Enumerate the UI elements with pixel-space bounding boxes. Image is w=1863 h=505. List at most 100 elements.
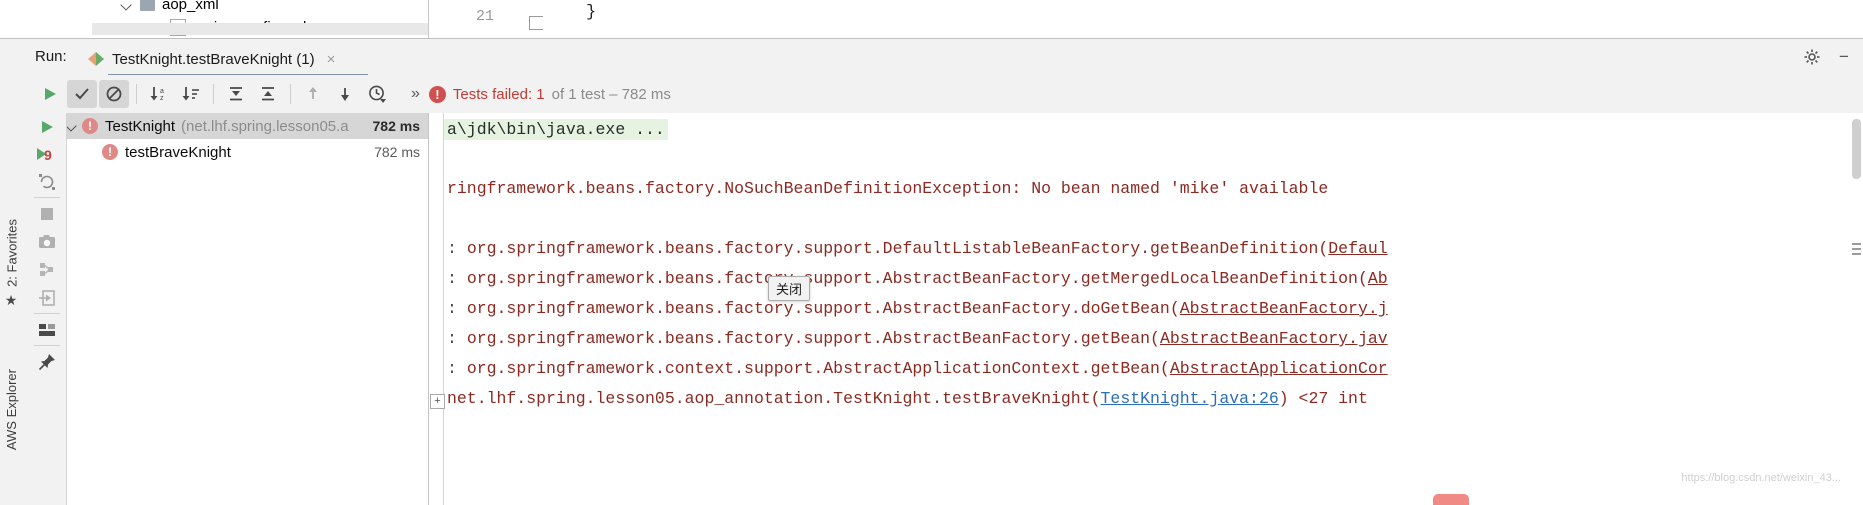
console-line-stack[interactable]: : org.springframework.context.support.Ab…	[447, 359, 1388, 378]
show-ignored-button[interactable]	[99, 80, 129, 108]
console-output[interactable]: a\jdk\bin\java.exe ... ringframework.bea…	[429, 113, 1849, 505]
stack-link[interactable]: AbstractBeanFactory.j	[1180, 299, 1388, 318]
left-tool-window-strip: ★ 2: Favorites AWS Explorer	[0, 39, 29, 505]
sort-by-duration-button[interactable]	[176, 80, 206, 108]
stack-text: org.springframework.beans.factory.suppor…	[466, 299, 1180, 318]
stack-suffix: ) <27 int	[1278, 389, 1368, 408]
console-line-exception: ringframework.beans.factory.NoSuchBeanDe…	[447, 179, 1329, 198]
stack-prefix: :	[447, 329, 467, 348]
dump-threads-icon[interactable]	[36, 259, 58, 281]
gear-icon[interactable]	[1803, 48, 1821, 66]
folder-icon	[140, 0, 155, 11]
stack-link[interactable]: Ab	[1368, 269, 1388, 288]
stack-link[interactable]: Defaul	[1328, 239, 1387, 258]
watermark-text: https://blog.csdn.net/weixin_43...	[1681, 472, 1841, 484]
test-history-button[interactable]	[362, 80, 392, 108]
close-icon[interactable]: ×	[327, 51, 336, 68]
project-tree-item-label: aop_xml	[162, 0, 219, 13]
chevron-down-icon[interactable]	[120, 0, 134, 12]
tool-window-button-label: AWS Explorer	[4, 369, 19, 451]
error-badge-icon: !	[428, 85, 446, 103]
close-tooltip: 关闭	[768, 276, 811, 301]
run-actions-gutter: 9	[28, 113, 67, 505]
stack-link[interactable]: AbstractApplicationCor	[1170, 359, 1388, 378]
project-tree-item-aop-xml[interactable]: aop_xml	[120, 0, 219, 13]
editor-line-number: 21	[476, 8, 495, 25]
next-failed-button[interactable]	[330, 80, 360, 108]
run-tab[interactable]: TestKnight.testBraveKnight (1) ×	[88, 44, 335, 74]
editor-remnant: 21 }	[429, 0, 1863, 38]
run-tab-title: TestKnight.testBraveKnight (1)	[112, 50, 315, 68]
previous-failed-button[interactable]	[298, 80, 328, 108]
show-passed-button[interactable]	[67, 80, 97, 108]
svg-text:9: 9	[44, 147, 52, 163]
console-line-command: a\jdk\bin\java.exe ...	[444, 119, 668, 140]
rerun-icon[interactable]	[36, 116, 58, 138]
run-toolbar: a z » ! Tests failed: 1 of 1 test – 782 …	[28, 75, 1863, 113]
editor-code-brace: }	[586, 3, 597, 22]
stop-icon[interactable]	[36, 203, 58, 225]
star-icon: ★	[4, 292, 20, 309]
camera-icon[interactable]	[36, 231, 58, 253]
tests-total-text: of 1 test – 782 ms	[551, 85, 671, 103]
run-tool-window: ★ 2: Favorites AWS Explorer Run: TestKni…	[0, 38, 1863, 505]
test-status-group: » ! Tests failed: 1 of 1 test – 782 ms	[411, 85, 671, 103]
svg-text:z: z	[160, 95, 164, 102]
stack-prefix: :	[447, 239, 467, 258]
hide-window-icon[interactable]: −	[1835, 48, 1853, 66]
stack-text: org.springframework.context.support.Abst…	[466, 359, 1170, 378]
test-failed-icon: !	[82, 118, 98, 134]
test-failed-icon: !	[102, 144, 118, 160]
code-fold-bracket-icon[interactable]	[529, 16, 543, 30]
scrollbar-thumb[interactable]	[1852, 119, 1861, 179]
console-line-stack[interactable]: : org.springframework.beans.factory.supp…	[447, 239, 1388, 258]
test-duration: 782 ms	[372, 118, 420, 134]
rerun-tests-button[interactable]	[35, 80, 65, 108]
tool-window-button-aws-explorer[interactable]: AWS Explorer	[4, 369, 19, 450]
tool-window-button-favorites[interactable]: ★ 2: Favorites	[4, 219, 20, 309]
stack-link[interactable]: AbstractBeanFactory.jav	[1160, 329, 1388, 348]
test-tree-row-class[interactable]: ! TestKnight (net.lhf.spring.lesson05.a …	[28, 113, 428, 139]
test-tree-row-method[interactable]: ! testBraveKnight 782 ms	[28, 139, 428, 165]
expand-all-button[interactable]	[221, 80, 251, 108]
error-stripe-markers[interactable]	[1852, 243, 1861, 258]
toolbar-overflow-icon[interactable]: »	[411, 85, 420, 103]
idea-run-tool-window-screenshot: aop_xml spring-config.xml 21 } ★ 2: Favo…	[0, 0, 1863, 505]
editor-top-strip: aop_xml spring-config.xml 21 }	[0, 0, 1863, 38]
test-duration: 782 ms	[374, 144, 420, 160]
collapse-all-button[interactable]	[253, 80, 283, 108]
test-results-tree[interactable]: ! TestKnight (net.lhf.spring.lesson05.a …	[28, 113, 429, 505]
stack-text: org.springframework.beans.factory.suppor…	[466, 269, 1368, 288]
rerun-automatically-icon[interactable]	[36, 171, 58, 193]
console-line-stack-test[interactable]: net.lhf.spring.lesson05.aop_annotation.T…	[447, 389, 1368, 408]
test-method-name: testBraveKnight	[125, 143, 231, 161]
svg-text:a: a	[160, 88, 164, 95]
console-line-stack[interactable]: : org.springframework.beans.factory.supp…	[447, 299, 1388, 318]
stack-text: org.springframework.beans.factory.suppor…	[466, 329, 1160, 348]
console-vertical-scrollbar[interactable]	[1849, 113, 1863, 505]
test-class-package: (net.lhf.spring.lesson05.a	[181, 117, 349, 135]
pin-tab-icon[interactable]	[36, 351, 58, 373]
tests-failed-text: Tests failed: 1	[452, 85, 545, 103]
console-line-stack[interactable]: : org.springframework.beans.factory.supp…	[447, 269, 1388, 288]
test-class-name: TestKnight	[105, 117, 176, 135]
stack-fold-toggle-icon[interactable]: +	[430, 394, 445, 409]
project-tree-horizontal-scrollbar[interactable]	[92, 23, 428, 35]
stack-prefix: :	[447, 269, 467, 288]
sort-alphabetically-button[interactable]: a z	[144, 80, 174, 108]
stack-text: org.springframework.beans.factory.suppor…	[466, 239, 1329, 258]
stack-link-testknight[interactable]: TestKnight.java:26	[1101, 389, 1279, 408]
error-stripe-blob	[1433, 494, 1469, 505]
stack-text: net.lhf.spring.lesson05.aop_annotation.T…	[447, 389, 1101, 408]
console-gutter	[429, 113, 444, 505]
console-line-stack[interactable]: : org.springframework.beans.factory.supp…	[447, 329, 1388, 348]
run-configuration-icon	[88, 52, 104, 66]
rerun-failed-icon[interactable]: 9	[36, 143, 58, 165]
project-tree-remnant: aop_xml spring-config.xml	[0, 0, 429, 38]
run-window-header: Run: TestKnight.testBraveKnight (1) × −	[28, 39, 1863, 77]
layout-icon[interactable]	[36, 319, 58, 341]
stack-prefix: :	[447, 299, 467, 318]
export-icon[interactable]	[36, 287, 58, 309]
run-label: Run:	[35, 48, 67, 65]
tool-window-button-label: 2: Favorites	[4, 219, 20, 287]
